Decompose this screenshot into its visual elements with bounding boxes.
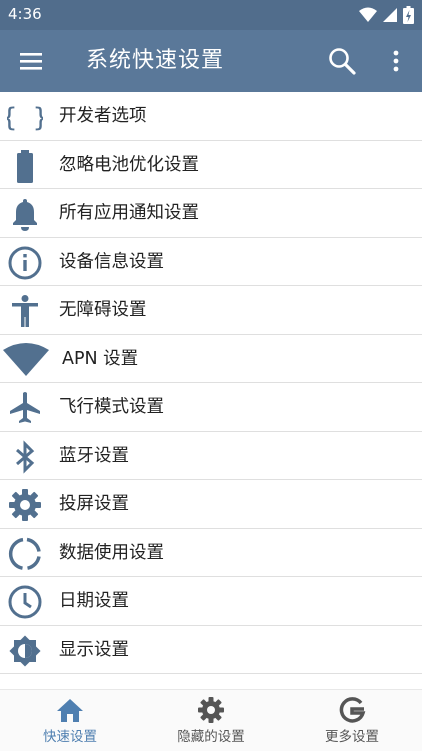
nav-label: 隐藏的设置 bbox=[177, 729, 245, 745]
list-item-airplane-mode[interactable]: 飞行模式设置 bbox=[0, 383, 422, 432]
app-bar: 系统快速设置 bbox=[0, 30, 422, 92]
gear-icon bbox=[198, 697, 224, 723]
list-item-apn[interactable]: APN 设置 bbox=[0, 335, 422, 383]
list-item-label: 开发者选项 bbox=[59, 106, 147, 126]
data-usage-icon bbox=[7, 536, 43, 572]
list-item-cast[interactable]: 投屏设置 bbox=[0, 480, 422, 529]
list-item-data-usage[interactable]: 数据使用设置 bbox=[0, 529, 422, 577]
list-item-label: 忽略电池优化设置 bbox=[59, 154, 199, 175]
settings-list: { } 开发者选项 忽略电池优化设置 所有应用通知设置 设备信息设置 无障碍设置… bbox=[0, 92, 422, 689]
bottom-nav: 快速设置 隐藏的设置 更多设置 bbox=[0, 689, 422, 751]
wifi-icon bbox=[359, 7, 377, 22]
list-item-label: 所有应用通知设置 bbox=[59, 203, 199, 223]
list-item-date[interactable]: 日期设置 bbox=[0, 577, 422, 626]
list-item-battery-optimization[interactable]: 忽略电池优化设置 bbox=[0, 141, 422, 189]
nav-item-more-settings[interactable]: 更多设置 bbox=[282, 690, 422, 751]
signal-wedge-icon bbox=[2, 342, 50, 378]
list-item-label: APN 设置 bbox=[62, 348, 139, 369]
list-item-label: 显示设置 bbox=[59, 639, 129, 660]
clock-icon bbox=[7, 584, 43, 620]
nav-label: 快速设置 bbox=[43, 729, 97, 745]
list-item-label: 无障碍设置 bbox=[59, 300, 147, 320]
accessibility-icon bbox=[7, 293, 43, 329]
list-item-accessibility[interactable]: 无障碍设置 bbox=[0, 286, 422, 335]
battery-icon bbox=[7, 148, 43, 184]
cell-signal-icon bbox=[383, 8, 397, 22]
nav-label: 更多设置 bbox=[325, 729, 379, 745]
list-item-label: 投屏设置 bbox=[59, 494, 129, 514]
bluetooth-icon bbox=[7, 439, 43, 475]
home-icon bbox=[57, 699, 83, 722]
svg-text:{ }: { } bbox=[7, 103, 43, 133]
list-item-device-info[interactable]: 设备信息设置 bbox=[0, 238, 422, 286]
nav-item-hidden-settings[interactable]: 隐藏的设置 bbox=[141, 690, 281, 751]
google-g-icon bbox=[339, 697, 366, 723]
more-vert-icon[interactable] bbox=[384, 47, 408, 75]
status-bar: 4:36 bbox=[0, 0, 422, 30]
app-title: 系统快速设置 bbox=[86, 48, 225, 73]
list-item-partial bbox=[0, 674, 422, 689]
list-item-display[interactable]: 显示设置 bbox=[0, 626, 422, 674]
status-icons bbox=[359, 6, 414, 24]
list-item-app-notifications[interactable]: 所有应用通知设置 bbox=[0, 189, 422, 238]
gear-icon bbox=[7, 487, 43, 523]
nav-item-quick-settings[interactable]: 快速设置 bbox=[0, 690, 140, 751]
list-item-label: 日期设置 bbox=[59, 591, 129, 611]
info-icon bbox=[7, 245, 43, 281]
airplane-icon bbox=[7, 390, 43, 426]
list-item-bluetooth[interactable]: 蓝牙设置 bbox=[0, 432, 422, 480]
search-icon[interactable] bbox=[326, 45, 358, 77]
list-item-label: 设备信息设置 bbox=[59, 251, 164, 272]
battery-charging-icon bbox=[403, 6, 414, 24]
bell-icon bbox=[7, 196, 43, 232]
list-item-label: 蓝牙设置 bbox=[59, 445, 129, 466]
brightness-icon bbox=[7, 633, 43, 669]
menu-icon[interactable] bbox=[18, 48, 46, 74]
list-item-label: 飞行模式设置 bbox=[59, 397, 164, 417]
list-item-label: 数据使用设置 bbox=[59, 542, 164, 563]
list-item-developer-options[interactable]: { } 开发者选项 bbox=[0, 92, 422, 141]
status-time: 4:36 bbox=[8, 5, 42, 23]
code-braces-icon: { } bbox=[7, 99, 43, 135]
